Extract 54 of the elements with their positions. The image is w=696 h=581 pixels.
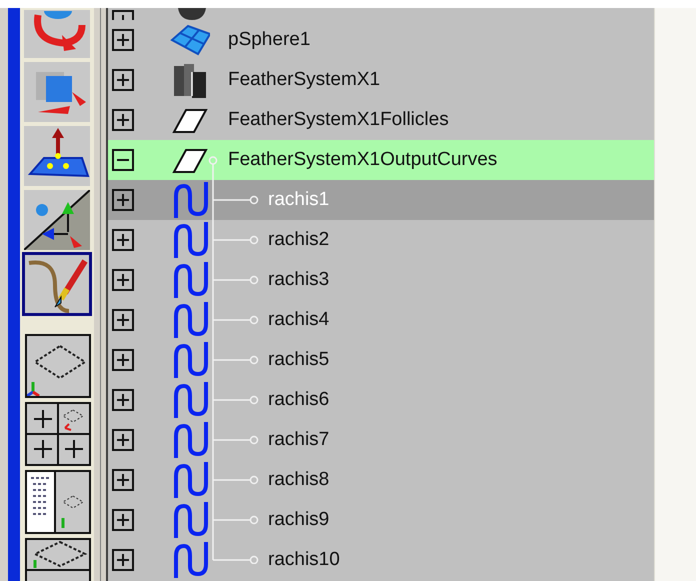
node-label[interactable]: FeatherSystemX1Follicles (228, 106, 449, 134)
collapse-icon[interactable] (112, 149, 134, 171)
tree-connector (212, 460, 259, 500)
outliner-row[interactable]: rachis6 (108, 380, 654, 420)
tree-connector (212, 260, 259, 300)
tool-button[interactable] (22, 252, 92, 316)
expand-icon[interactable] (112, 349, 134, 371)
node-label[interactable]: pSphere1 (228, 26, 310, 54)
expand-icon[interactable] (112, 469, 134, 491)
expand-icon[interactable] (112, 109, 134, 131)
expand-icon[interactable] (112, 69, 134, 91)
node-label[interactable]: rachis10 (268, 546, 340, 574)
manipulator-icon (24, 190, 90, 250)
expand-icon[interactable] (112, 229, 134, 251)
node-label[interactable]: rachis6 (268, 386, 330, 414)
outliner-row[interactable]: rachis9 (108, 500, 654, 540)
expand-icon[interactable] (112, 429, 134, 451)
node-label[interactable]: rachis8 (268, 466, 330, 494)
node-label[interactable]: rachis2 (268, 226, 330, 254)
node-label[interactable]: rachis4 (268, 306, 330, 334)
node-label[interactable]: FeatherSystemX1OutputCurves (228, 146, 498, 174)
layout-button[interactable] (25, 334, 91, 398)
expand-icon[interactable] (112, 309, 134, 331)
tree-connector (212, 220, 259, 260)
four-view-layout-icon (27, 404, 89, 464)
outliner-row[interactable]: rachis8 (108, 460, 654, 500)
tree-connector (212, 300, 259, 340)
outliner-row[interactable]: pSphere1 (108, 20, 654, 60)
expand-icon[interactable] (112, 269, 134, 291)
node-label[interactable]: rachis3 (268, 266, 330, 294)
outliner-row[interactable]: FeatherSystemX1Follicles (108, 100, 654, 140)
outliner-row[interactable]: rachis7 (108, 420, 654, 460)
outliner-row[interactable]: FeatherSystemX1OutputCurves (108, 140, 654, 180)
panel-splitter[interactable] (100, 8, 108, 581)
expand-icon[interactable] (112, 549, 134, 571)
outliner-row[interactable]: rachis3 (108, 260, 654, 300)
outliner-row[interactable]: FeatherSystemX1 (108, 60, 654, 100)
node-label[interactable]: rachis9 (268, 506, 330, 534)
layout-button[interactable] (25, 470, 91, 534)
outliner-row[interactable]: rachis10 (108, 540, 654, 580)
tree-connector (212, 340, 259, 380)
tree-connector (212, 420, 259, 460)
expand-icon[interactable] (112, 29, 134, 51)
layout-button[interactable] (25, 402, 91, 466)
node-label[interactable]: rachis7 (268, 426, 330, 454)
expand-icon[interactable] (112, 509, 134, 531)
outliner-row[interactable]: rachis5 (108, 340, 654, 380)
node-label[interactable]: FeatherSystemX1 (228, 66, 380, 94)
outliner-row[interactable]: rachis4 (108, 300, 654, 340)
node-label[interactable]: rachis5 (268, 346, 330, 374)
expand-icon[interactable] (112, 189, 134, 211)
expand-icon[interactable] (112, 389, 134, 411)
outliner-row[interactable]: rachis2 (108, 220, 654, 260)
tree-connector (212, 380, 259, 420)
